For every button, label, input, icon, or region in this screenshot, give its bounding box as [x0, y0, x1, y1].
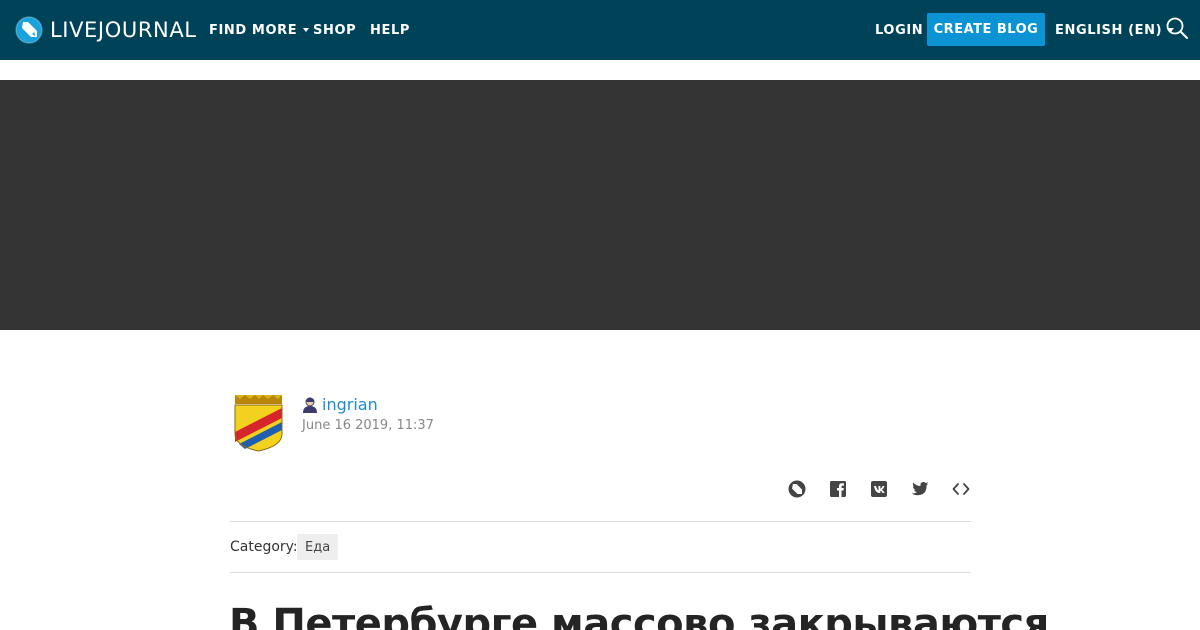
author-userpic[interactable]	[233, 394, 284, 452]
top-navigation-bar: LIVEJOURNAL FIND MORE SHOP HELP LOGIN CR…	[0, 0, 1200, 60]
create-blog-button[interactable]: CREATE BLOG	[927, 13, 1045, 46]
post-date: June 16 2019, 11:37	[302, 418, 434, 433]
nav-find-more-label: FIND MORE	[209, 22, 298, 38]
author-username[interactable]: ingrian	[322, 395, 378, 414]
nav-shop[interactable]: SHOP	[313, 0, 356, 60]
header-banner	[0, 80, 1200, 330]
livejournal-logo-icon	[15, 16, 43, 44]
livejournal-logo[interactable]: LIVEJOURNAL	[15, 15, 197, 45]
nav-help[interactable]: HELP	[370, 0, 410, 60]
user-icon	[303, 397, 317, 413]
nav-find-more[interactable]: FIND MORE	[209, 0, 310, 60]
language-label: ENGLISH (EN)	[1055, 22, 1163, 38]
twitter-share-icon[interactable]	[910, 479, 930, 499]
search-icon[interactable]	[1165, 16, 1189, 40]
divider	[230, 572, 971, 573]
embed-code-icon[interactable]	[951, 479, 971, 499]
post-title: В Петербурге массово закрываются	[229, 601, 1049, 630]
vk-share-icon[interactable]	[869, 479, 889, 499]
category-tag[interactable]: Еда	[297, 534, 339, 560]
divider	[230, 521, 971, 522]
category-label: Category:	[230, 539, 298, 555]
facebook-share-icon[interactable]	[828, 479, 848, 499]
author-line: ingrian	[302, 394, 378, 414]
livejournal-share-icon[interactable]	[787, 479, 807, 499]
login-link[interactable]: LOGIN	[875, 0, 923, 60]
logo-text: LIVEJOURNAL	[50, 18, 197, 42]
language-selector[interactable]: ENGLISH (EN)	[1055, 0, 1175, 60]
chevron-down-icon	[303, 28, 310, 32]
